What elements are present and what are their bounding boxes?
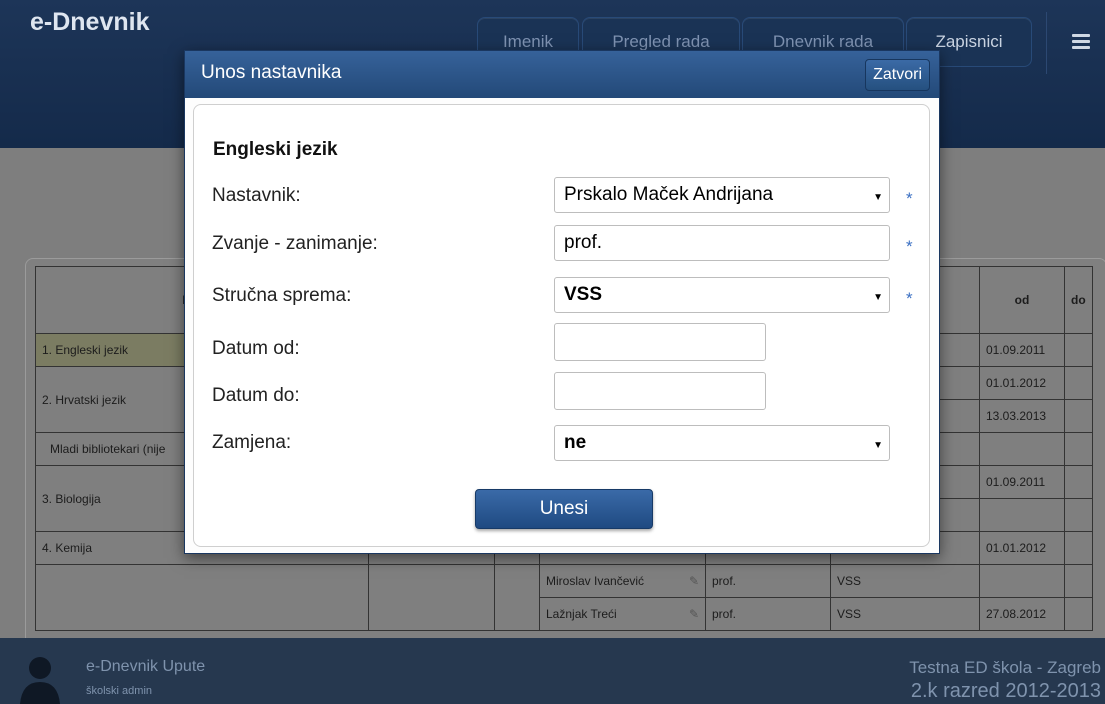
datum-od-label: Datum od: [212, 338, 300, 359]
zamjena-label: Zamjena: [212, 432, 292, 453]
chevron-down-icon: ▼ [873, 292, 883, 303]
nav-divider [1046, 12, 1047, 74]
table-cell-teacher[interactable]: Lažnjak Treći ✎ [539, 597, 706, 631]
sprema-label: Stručna sprema: [212, 285, 352, 306]
dialog-body: Engleski jezik Nastavnik: Prskalo Maček … [193, 104, 930, 547]
edit-pencil-icon[interactable]: ✎ [689, 574, 699, 588]
dialog-title: Unos nastavnika [201, 62, 342, 83]
table-cell-od: 01.09.2011 [979, 465, 1065, 499]
class-name: 2.k razred 2012-2013 [910, 680, 1101, 702]
datum-do-input[interactable] [554, 372, 766, 410]
table-cell-title: prof. [705, 564, 831, 598]
col-header-do: do [1064, 266, 1093, 334]
table-cell-od: 01.09.2011 [979, 333, 1065, 367]
chevron-down-icon: ▼ [873, 440, 883, 451]
teacher-entry-dialog: Unos nastavnika Zatvori Engleski jezik N… [184, 50, 940, 554]
table-cell-level: VSS [830, 564, 980, 598]
zvanje-input[interactable]: prof. [554, 225, 890, 261]
table-cell-od: 13.03.2013 [979, 399, 1065, 433]
table-cell-title: prof. [705, 597, 831, 631]
submit-button[interactable]: Unesi [475, 489, 653, 529]
required-marker: * [906, 289, 913, 308]
table-cell-teacher[interactable]: Miroslav Ivančević ✎ [539, 564, 706, 598]
required-marker: * [906, 189, 913, 208]
help-link[interactable]: e-Dnevnik Upute [86, 658, 205, 676]
user-avatar-icon[interactable] [20, 652, 60, 704]
user-role: školski admin [86, 685, 153, 697]
nastavnik-label: Nastavnik: [212, 185, 301, 206]
table-cell-od: 01.01.2012 [979, 531, 1065, 565]
sprema-select[interactable]: VSS ▼ [554, 277, 890, 313]
hamburger-menu-icon[interactable] [1072, 34, 1090, 52]
school-name: Testna ED škola - Zagreb [909, 658, 1101, 677]
table-cell-od: 01.01.2012 [979, 366, 1065, 400]
col-header-od: od [979, 266, 1065, 334]
app-logo: e-Dnevnik [30, 8, 150, 36]
zamjena-select[interactable]: ne ▼ [554, 425, 890, 461]
subject-heading: Engleski jezik [213, 139, 338, 160]
datum-od-input[interactable] [554, 323, 766, 361]
edit-pencil-icon[interactable]: ✎ [689, 607, 699, 621]
zvanje-label: Zvanje - zanimanje: [212, 233, 378, 254]
close-button[interactable]: Zatvori [865, 59, 930, 91]
footer-bar: e-Dnevnik Upute školski admin Testna ED … [0, 638, 1105, 704]
table-cell-od: 27.08.2012 [979, 597, 1065, 631]
required-marker: * [906, 237, 913, 256]
table-cell-level: VSS [830, 597, 980, 631]
dialog-header: Unos nastavnika Zatvori [185, 51, 939, 98]
datum-do-label: Datum do: [212, 385, 300, 406]
chevron-down-icon: ▼ [873, 192, 883, 203]
nastavnik-select[interactable]: Prskalo Maček Andrijana ▼ [554, 177, 890, 213]
